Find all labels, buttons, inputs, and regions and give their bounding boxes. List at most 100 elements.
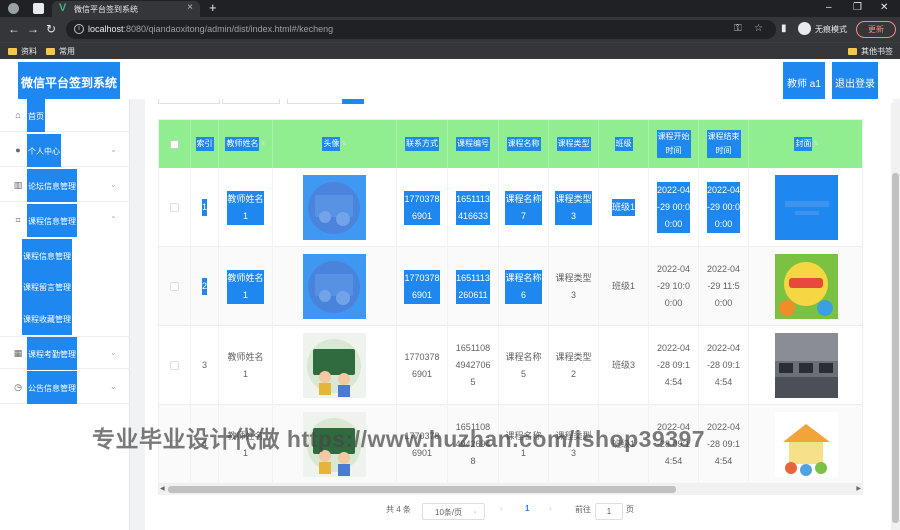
bookmarks-bar: 资料 常用 其他书签 (0, 42, 900, 59)
page-scrollbar-thumb[interactable] (892, 173, 899, 523)
cell-end-time: 2022-04 -29 00:0 0:00 (699, 168, 749, 247)
page-number-current[interactable]: 1 (525, 504, 529, 513)
column-header[interactable]: 班级 (599, 120, 649, 168)
prev-page-icon[interactable]: ‹ (500, 504, 503, 513)
cell-start-time: 2022-04 -28 09:1 4:54 (649, 326, 699, 405)
cover-image (775, 175, 838, 240)
update-button[interactable]: 更新 (856, 21, 896, 38)
table-row[interactable]: 2 教师姓名 1 1770378 6901 1651113 260611 课程名… (159, 247, 862, 326)
sidebar-item-profile[interactable]: ● 个人中心 ⌄ (0, 134, 130, 167)
column-header[interactable]: 联系方式 (397, 120, 448, 168)
submenu-course-favorites[interactable]: 课程收藏管理 (22, 302, 72, 335)
course-icon: ⌗ (15, 215, 21, 225)
logout-button[interactable]: 退出登录 (832, 62, 878, 99)
sort-icon[interactable]: ⇅ (813, 137, 818, 151)
horizontal-scrollbar-thumb[interactable] (168, 486, 676, 493)
column-header[interactable]: 课程开始 时间 (649, 120, 699, 168)
browser-tab-active[interactable]: V 微信平台签到系统 × (52, 1, 200, 17)
tab-search-icon[interactable] (33, 3, 44, 14)
row-checkbox[interactable] (170, 361, 179, 370)
cell-teacher: 教师姓名 1 (219, 247, 273, 326)
back-icon[interactable]: ← (8, 22, 20, 36)
column-header[interactable]: 课程名称 (499, 120, 549, 168)
cell-index: 3 (191, 326, 219, 405)
filter-input[interactable] (222, 99, 280, 104)
cell-course-type: 课程类型 3 (549, 168, 599, 247)
forward-icon[interactable]: → (27, 22, 39, 36)
column-header[interactable]: 课程结束 时间 (699, 120, 749, 168)
filter-input[interactable] (158, 99, 220, 104)
address-bar[interactable]: i localhost:8080/qiandaoxitong/admin/dis… (66, 20, 776, 39)
column-header[interactable]: 课程编号 (448, 120, 499, 168)
main-content: 索引 教师姓名 ⇅ 头像 ⇅ 联系方式 课程编号 课程名称 课程类型 班级 课程开始… (145, 99, 893, 530)
page-size-select[interactable]: 10条/页 ⌄ (422, 503, 485, 520)
row-checkbox[interactable] (170, 203, 179, 212)
bookmark-folder-other[interactable]: 其他书签 (848, 46, 893, 57)
scroll-left-icon[interactable]: ◀ (160, 485, 165, 494)
cell-course-code: 1651113 260611 (448, 247, 499, 326)
column-header[interactable]: 教师姓名 ⇅ (219, 120, 273, 168)
cell-cover (749, 405, 862, 484)
column-header[interactable]: 课程类型 (549, 120, 599, 168)
browser-menu-icon[interactable] (8, 3, 19, 14)
bookmark-star-icon[interactable]: ☆ (754, 23, 763, 34)
row-checkbox[interactable] (170, 282, 179, 291)
table-row[interactable]: 1 教师姓名 1 1770378 6901 1651113 416633 课程名… (159, 168, 862, 247)
key-icon[interactable]: ⚿ (734, 23, 742, 34)
column-header[interactable]: 索引 (191, 120, 219, 168)
column-header[interactable]: 封面 ⇅ (749, 120, 862, 168)
submenu-course-info[interactable]: 课程信息管理 (22, 239, 72, 272)
submenu-course-comments[interactable]: 课程留言管理 (22, 270, 72, 303)
tab-close-icon[interactable]: × (187, 2, 193, 13)
url-text[interactable]: localhost:8080/qiandaoxitong/admin/dist/… (88, 24, 333, 34)
sidebar-item-notice[interactable]: ◷ 公告信息管理 ⌄ (0, 371, 130, 404)
forum-icon: ▥ (13, 180, 23, 190)
sidebar-item-course[interactable]: ⌗ 课程信息管理 ⌃ (0, 204, 130, 237)
horizontal-scrollbar[interactable]: ◀ ▶ (158, 484, 863, 495)
app-header: 微信平台签到系统 教师 a1 退出登录 (0, 59, 900, 99)
avatar-image (303, 175, 366, 240)
cell-index: 1 (191, 168, 219, 247)
select-all-checkbox[interactable] (170, 139, 179, 149)
cell-start-time: 2022-04 -29 10:0 0:00 (649, 247, 699, 326)
minimize-icon[interactable]: – (826, 1, 832, 15)
cell-cover (749, 168, 862, 247)
window-close-icon[interactable]: ✕ (880, 1, 888, 15)
filter-input[interactable] (287, 99, 343, 104)
bookmark-folder-common[interactable]: 常用 (46, 46, 75, 57)
new-tab-icon[interactable]: + (209, 0, 217, 16)
sidebar-item-home[interactable]: ⌂ 首页 (0, 99, 130, 132)
column-header[interactable]: 头像 ⇅ (273, 120, 397, 168)
chevron-up-icon: ⌃ (110, 215, 117, 224)
reload-icon[interactable]: ↻ (46, 22, 56, 36)
table-row[interactable]: 3 教师姓名 1 1770378 6901 1651108 4942706 5 … (159, 326, 862, 405)
chevron-down-icon: ⌄ (110, 348, 117, 357)
sidebar-item-attendance[interactable]: ▦ 课程考勤管理 ⌄ (0, 336, 130, 370)
bookmark-folder-docs[interactable]: 资料 (8, 46, 37, 57)
restore-icon[interactable]: ❐ (853, 1, 862, 15)
site-info-icon[interactable]: i (74, 24, 84, 34)
cover-image (775, 333, 838, 398)
goto-page-input[interactable]: 1 (595, 503, 623, 520)
avatar-image (303, 333, 366, 398)
scroll-right-icon[interactable]: ▶ (856, 485, 861, 494)
sidebar-item-forum[interactable]: ▥ 论坛信息管理 ⌄ (0, 169, 130, 202)
next-page-icon[interactable]: › (549, 504, 552, 513)
vue-favicon-icon: V (59, 2, 67, 14)
home-icon: ⌂ (15, 110, 21, 120)
row-checkbox-cell (159, 247, 191, 326)
sidebar-item-label: 个人中心 (27, 134, 61, 167)
search-button[interactable] (342, 99, 364, 104)
cell-start-time: 2022-04 -29 00:0 0:00 (649, 168, 699, 247)
row-checkbox-cell (159, 168, 191, 247)
cell-course-name: 课程名称 6 (499, 247, 549, 326)
sort-icon[interactable]: ⇅ (260, 137, 265, 151)
sidepanel-icon[interactable]: ▮ (781, 23, 787, 34)
cover-image (775, 412, 838, 477)
user-icon: ● (15, 145, 21, 155)
page-scrollbar[interactable] (891, 103, 900, 530)
cell-class: 班级1 (599, 168, 649, 247)
sort-icon[interactable]: ⇅ (341, 137, 346, 151)
cell-course-type: 课程类型 3 (549, 247, 599, 326)
cell-avatar (273, 168, 397, 247)
